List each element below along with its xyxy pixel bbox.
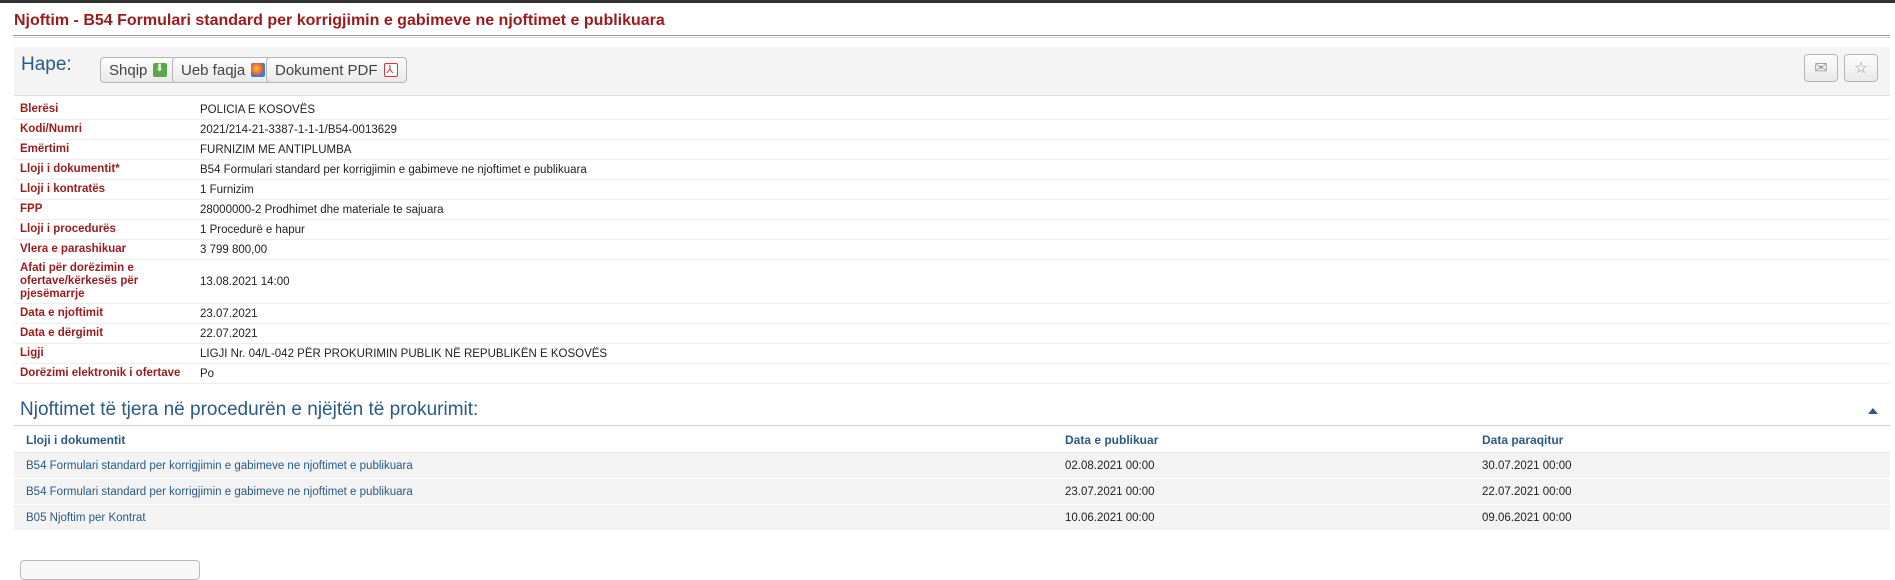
- related-notices-title: Njoftimet të tjera në procedurën e njëjt…: [20, 399, 479, 420]
- detail-row-code: Kodi/Numri 2021/214-21-3387-1-1-1/B54-00…: [14, 120, 1890, 140]
- envelope-icon: ✉: [1814, 60, 1828, 77]
- detail-label: Kodi/Numri: [20, 123, 82, 135]
- download-icon: [153, 63, 168, 77]
- favorite-button[interactable]: ☆: [1844, 54, 1878, 82]
- collapse-arrow-icon[interactable]: [1868, 408, 1878, 414]
- open-pdf-button[interactable]: Dokument PDF: [266, 57, 407, 83]
- detail-row-procedure-type: Lloji i procedurës 1 Procedurë e hapur: [14, 220, 1890, 240]
- notice-details: Blerësi POLICIA E KOSOVËS Kodi/Numri 202…: [14, 100, 1890, 384]
- detail-value: FURNIZIM ME ANTIPLUMBA: [200, 143, 352, 156]
- shqip-label: Shqip: [109, 61, 148, 79]
- detail-value: POLICIA E KOSOVËS: [200, 103, 316, 116]
- detail-label: FPP: [20, 203, 43, 215]
- detail-value: LIGJI Nr. 04/L-042 PËR PROKURIMIN PUBLIK…: [200, 347, 608, 360]
- detail-row-buyer: Blerësi POLICIA E KOSOVËS: [14, 100, 1890, 120]
- detail-label: Vlera e parashikuar: [20, 243, 127, 255]
- star-icon: ☆: [1853, 60, 1869, 77]
- open-label: Hape:: [21, 54, 72, 75]
- pdf-icon: [383, 63, 398, 77]
- detail-label: Emërtimi: [20, 143, 70, 155]
- detail-value: B54 Formulari standard per korrigjimin e…: [200, 163, 587, 176]
- detail-row-notice-date: Data e njoftimit 23.07.2021: [14, 304, 1890, 324]
- detail-value: 1 Furnizim: [200, 183, 254, 196]
- section-divider: [14, 425, 1890, 426]
- detail-value: 3 799 800,00: [200, 243, 268, 256]
- published-date: 02.08.2021 00:00: [1065, 459, 1155, 472]
- table-row: B54 Formulari standard per korrigjimin e…: [14, 479, 1890, 505]
- web-page-label: Ueb faqja: [181, 61, 246, 79]
- title-divider: [13, 35, 1890, 36]
- open-web-page-button[interactable]: Ueb faqja: [172, 57, 275, 83]
- detail-row-name: Emërtimi FURNIZIM ME ANTIPLUMBA: [14, 140, 1890, 160]
- title-divider-shadow: [13, 37, 1890, 38]
- detail-label: Data e dërgimit: [20, 327, 104, 339]
- table-row: B05 Njoftim per Kontrat 10.06.2021 00:00…: [14, 505, 1890, 531]
- related-notices-table: Lloji i dokumentit Data e publikuar Data…: [14, 428, 1890, 531]
- detail-row-estimated-value: Vlera e parashikuar 3 799 800,00: [14, 240, 1890, 260]
- page-title: Njoftim - B54 Formulari standard per kor…: [14, 12, 665, 29]
- published-date: 10.06.2021 00:00: [1065, 511, 1155, 524]
- email-button[interactable]: ✉: [1804, 54, 1838, 82]
- column-header-published-date: Data e publikuar: [1065, 433, 1159, 447]
- detail-label: Afati për dorëzimin e ofertave/kërkesës …: [20, 262, 139, 300]
- detail-label: Lloji i kontratës: [20, 183, 105, 195]
- detail-value: 28000000-2 Prodhimet dhe materiale te sa…: [200, 203, 444, 216]
- top-bar: [0, 0, 1895, 3]
- bottom-action-button[interactable]: [20, 560, 200, 580]
- detail-row-electronic-submission: Dorëzimi elektronik i ofertave Po: [14, 364, 1890, 384]
- table-header: Lloji i dokumentit Data e publikuar Data…: [14, 428, 1890, 453]
- detail-value: 1 Procedurë e hapur: [200, 223, 305, 236]
- open-toolbar: Hape: Shqip Ueb faqja Dokument PDF ✉ ☆: [14, 47, 1890, 96]
- detail-row-fpp: FPP 28000000-2 Prodhimet dhe materiale t…: [14, 200, 1890, 220]
- detail-value: 23.07.2021: [200, 307, 258, 320]
- detail-label: Ligji: [20, 347, 44, 359]
- pdf-label: Dokument PDF: [275, 61, 378, 79]
- detail-value: 2021/214-21-3387-1-1-1/B54-0013629: [200, 123, 397, 136]
- detail-row-deadline: Afati për dorëzimin e ofertave/kërkesës …: [14, 260, 1890, 304]
- column-header-document-type: Lloji i dokumentit: [26, 433, 126, 447]
- table-row: B54 Formulari standard per korrigjimin e…: [14, 453, 1890, 479]
- detail-value: 13.08.2021 14:00: [200, 275, 290, 288]
- detail-label: Blerësi: [20, 103, 59, 115]
- detail-label: Lloji i procedurës: [20, 223, 116, 235]
- document-link[interactable]: B05 Njoftim per Kontrat: [14, 512, 1065, 524]
- document-link[interactable]: B54 Formulari standard per korrigjimin e…: [14, 460, 1065, 472]
- detail-row-contract-type: Lloji i kontratës 1 Furnizim: [14, 180, 1890, 200]
- published-date: 23.07.2021 00:00: [1065, 485, 1155, 498]
- submitted-date: 22.07.2021 00:00: [1482, 485, 1572, 498]
- detail-row-sent-date: Data e dërgimit 22.07.2021: [14, 324, 1890, 344]
- detail-value: 22.07.2021: [200, 327, 258, 340]
- detail-label: Lloji i dokumentit*: [20, 163, 120, 175]
- document-link[interactable]: B54 Formulari standard per korrigjimin e…: [14, 486, 1065, 498]
- globe-icon: [251, 63, 266, 77]
- detail-label: Dorëzimi elektronik i ofertave: [20, 367, 181, 379]
- detail-row-law: Ligji LIGJI Nr. 04/L-042 PËR PROKURIMIN …: [14, 344, 1890, 364]
- detail-row-document-type: Lloji i dokumentit* B54 Formulari standa…: [14, 160, 1890, 180]
- detail-label: Data e njoftimit: [20, 307, 104, 319]
- open-shqip-button[interactable]: Shqip: [100, 57, 177, 83]
- submitted-date: 09.06.2021 00:00: [1482, 511, 1572, 524]
- submitted-date: 30.07.2021 00:00: [1482, 459, 1572, 472]
- detail-value: Po: [200, 367, 215, 380]
- column-header-submitted-date: Data paraqitur: [1482, 433, 1564, 447]
